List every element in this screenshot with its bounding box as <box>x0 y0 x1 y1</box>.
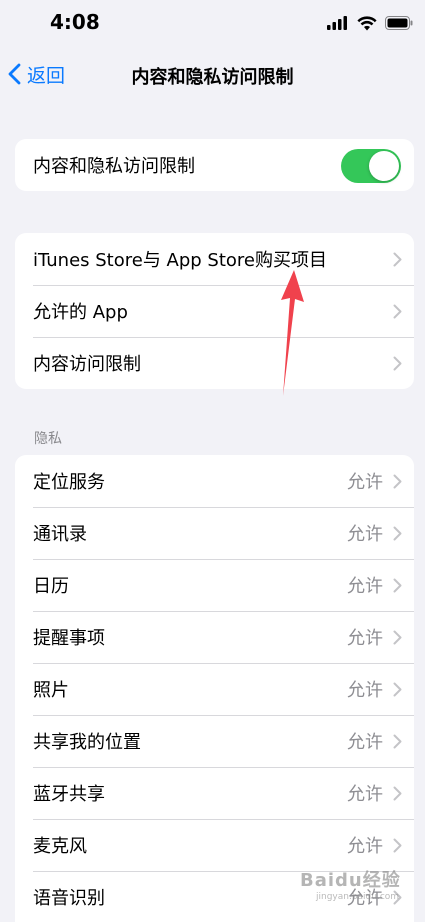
list-item-bluetooth-sharing[interactable]: 蓝牙共享 允许 <box>15 767 414 819</box>
toggle-knob <box>369 151 399 181</box>
list-item-label: iTunes Store与 App Store购买项目 <box>33 250 328 271</box>
status-icons <box>327 14 413 32</box>
section-header-privacy: 隐私 <box>34 431 62 447</box>
list-item-contacts[interactable]: 通讯录 允许 <box>15 507 414 559</box>
list-item-label: 内容访问限制 <box>33 354 141 375</box>
list-item-value: 允许 <box>347 472 383 493</box>
chevron-right-icon <box>393 734 402 749</box>
chevron-right-icon <box>393 838 402 853</box>
chevron-right-icon <box>393 682 402 697</box>
status-bar: 4:08 <box>0 0 425 50</box>
chevron-right-icon <box>393 304 402 319</box>
list-item-value: 允许 <box>347 784 383 805</box>
list-item-microphone[interactable]: 麦克风 允许 <box>15 819 414 871</box>
list-item-value: 允许 <box>347 732 383 753</box>
list-item-label: 共享我的位置 <box>33 732 141 753</box>
chevron-right-icon <box>393 252 402 267</box>
status-time: 4:08 <box>50 10 100 34</box>
list-item-label: 提醒事项 <box>33 628 105 649</box>
list-item-value: 允许 <box>347 524 383 545</box>
list-item-label: 通讯录 <box>33 524 87 545</box>
list-item-photos[interactable]: 照片 允许 <box>15 663 414 715</box>
list-item-label: 定位服务 <box>33 472 105 493</box>
chevron-right-icon <box>393 786 402 801</box>
list-item-share-my-location[interactable]: 共享我的位置 允许 <box>15 715 414 767</box>
page-title: 内容和隐私访问限制 <box>131 67 294 88</box>
list-item-label: 允许的 App <box>33 302 128 323</box>
annotation-arrow-icon <box>281 270 304 396</box>
battery-icon <box>385 16 413 30</box>
list-item-calendars[interactable]: 日历 允许 <box>15 559 414 611</box>
chevron-right-icon <box>393 356 402 371</box>
watermark-logo: Baidu经验 <box>300 870 401 891</box>
navigation-bar: 返回 内容和隐私访问限制 <box>0 50 425 98</box>
list-item-value: 允许 <box>347 836 383 857</box>
watermark-url: jingyan.baidu.com <box>316 892 400 902</box>
restrictions-toggle-row: 内容和隐私访问限制 <box>15 139 414 191</box>
list-item-label: 日历 <box>33 576 69 597</box>
list-item-value: 允许 <box>347 680 383 701</box>
list-item-reminders[interactable]: 提醒事项 允许 <box>15 611 414 663</box>
chevron-right-icon <box>393 474 402 489</box>
list-item-label: 蓝牙共享 <box>33 784 105 805</box>
restrictions-toggle-switch[interactable] <box>341 149 401 183</box>
chevron-right-icon <box>393 630 402 645</box>
chevron-right-icon <box>393 578 402 593</box>
cellular-signal-icon <box>327 16 347 30</box>
restrictions-toggle-card: 内容和隐私访问限制 <box>15 139 414 191</box>
privacy-card: 定位服务 允许 通讯录 允许 日历 允许 提醒事项 允许 照片 允许 共享我的位… <box>15 455 414 922</box>
list-item-location-services[interactable]: 定位服务 允许 <box>15 455 414 507</box>
list-item-value: 允许 <box>347 576 383 597</box>
list-item-content-restrictions[interactable]: 内容访问限制 <box>15 337 414 389</box>
list-item-value: 允许 <box>347 628 383 649</box>
list-item-label: 麦克风 <box>33 836 87 857</box>
store-settings-card: iTunes Store与 App Store购买项目 允许的 App 内容访问… <box>15 233 414 389</box>
wifi-icon <box>357 15 377 30</box>
list-item-label: 照片 <box>33 680 69 701</box>
list-item-itunes-app-store-purchases[interactable]: iTunes Store与 App Store购买项目 <box>15 233 414 285</box>
list-item-allowed-apps[interactable]: 允许的 App <box>15 285 414 337</box>
chevron-right-icon <box>393 526 402 541</box>
